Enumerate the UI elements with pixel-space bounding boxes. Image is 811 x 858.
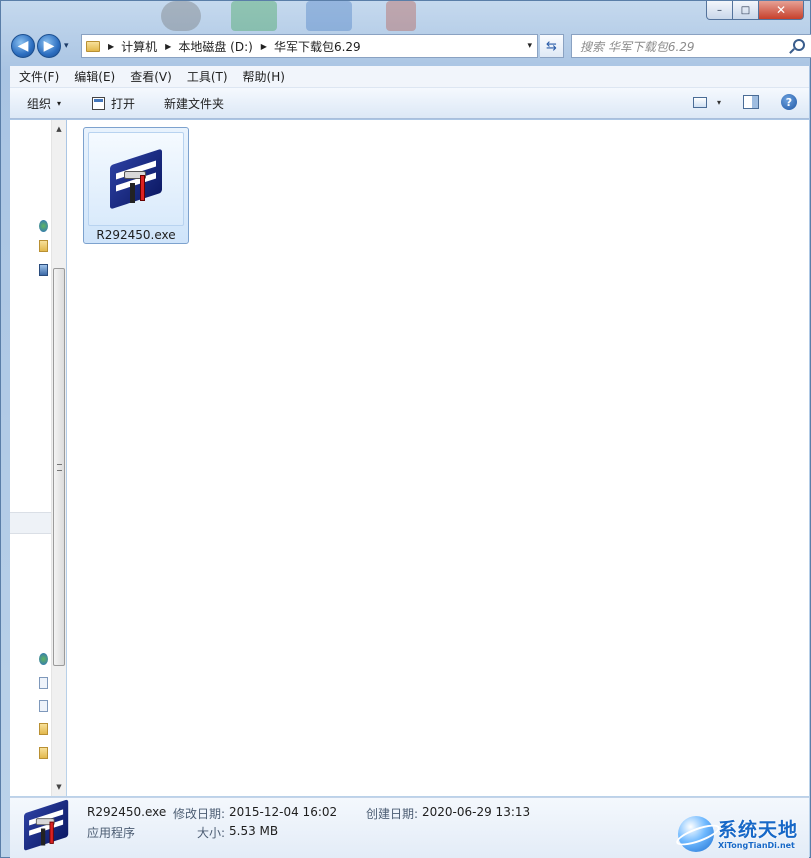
back-button[interactable]: ◀ xyxy=(11,34,35,58)
menu-tools[interactable]: 工具(T) xyxy=(187,68,228,85)
file-icon-area[interactable] xyxy=(88,132,184,226)
breadcrumb-label[interactable]: 本地磁盘 (D:) xyxy=(178,38,252,55)
explorer-window: – □ ✕ ◀ ▶ ▾ ▶ 计算机 ▶ 本地磁盘 (D:) ▶ 华军下载包6.2… xyxy=(0,0,811,858)
breadcrumb-item-folder[interactable]: ▶ 华军下载包6.29 xyxy=(259,38,367,55)
organize-label: 组织 xyxy=(27,96,52,111)
chevron-right-icon[interactable]: ▶ xyxy=(165,42,171,51)
new-folder-label: 新建文件夹 xyxy=(164,96,225,111)
breadcrumb-item-drive[interactable]: ▶ 本地磁盘 (D:) xyxy=(163,38,259,55)
chevron-right-icon[interactable]: ▶ xyxy=(261,42,267,51)
close-button[interactable]: ✕ xyxy=(759,1,804,20)
navigation-row: ◀ ▶ ▾ ▶ 计算机 ▶ 本地磁盘 (D:) ▶ 华军下载包6.29 ▾ ⇆ … xyxy=(11,32,811,60)
address-dropdown[interactable]: ▾ xyxy=(527,41,532,51)
nav-item-selected[interactable] xyxy=(10,512,51,534)
maximize-button[interactable]: □ xyxy=(733,1,759,20)
open-window-icon xyxy=(92,96,106,110)
size-label: 大小: xyxy=(197,826,226,840)
documents-icon[interactable] xyxy=(39,700,48,712)
minimize-button[interactable]: – xyxy=(706,1,733,20)
installer-app-icon xyxy=(24,799,69,851)
command-bar: 组织 ▾ 打开 新建文件夹 ▾ ? xyxy=(10,88,809,119)
grip-icon xyxy=(57,464,62,471)
forward-button[interactable]: ▶ xyxy=(37,34,61,58)
modified-value: 2015-12-04 16:02 xyxy=(229,805,338,819)
computer-icon[interactable] xyxy=(39,264,48,276)
caption-buttons: – □ ✕ xyxy=(706,1,804,20)
navigation-pane: ▲ ▼ xyxy=(10,120,66,796)
menu-bar: 文件(F) 编辑(E) 查看(V) 工具(T) 帮助(H) xyxy=(10,66,809,88)
modified-label: 修改日期: xyxy=(173,807,226,821)
menu-file[interactable]: 文件(F) xyxy=(19,68,59,85)
menu-view[interactable]: 查看(V) xyxy=(130,68,172,85)
details-file-name: R292450.exe xyxy=(87,805,167,819)
watermark-subtext: XiTongTianDi.net xyxy=(718,840,795,850)
search-input[interactable]: 搜索 华军下载包6.29 xyxy=(571,34,811,58)
new-folder-button[interactable]: 新建文件夹 xyxy=(164,95,224,112)
view-options-dropdown[interactable]: ▾ xyxy=(717,98,721,107)
open-label: 打开 xyxy=(111,96,136,111)
scroll-down-arrow-icon[interactable]: ▼ xyxy=(52,780,66,794)
search-placeholder: 搜索 华军下载包6.29 xyxy=(580,39,695,54)
folder-icon[interactable] xyxy=(39,240,48,252)
background-blob xyxy=(386,1,416,31)
details-file-type: 应用程序 xyxy=(87,826,136,840)
refresh-icon[interactable]: ⇆ xyxy=(540,34,564,58)
nav-pane-scrollbar[interactable]: ▲ ▼ xyxy=(51,120,66,796)
chevron-right-icon[interactable]: ▶ xyxy=(108,42,114,51)
size-value: 5.53 MB xyxy=(229,824,279,838)
view-controls: ▾ ? xyxy=(692,94,797,110)
breadcrumb-label[interactable]: 计算机 xyxy=(121,38,157,55)
breadcrumb-item-computer[interactable]: ▶ 计算机 xyxy=(106,38,163,55)
folder-icon xyxy=(86,40,100,52)
installer-app-icon xyxy=(110,148,162,210)
organize-button[interactable]: 组织 ▾ xyxy=(27,95,61,112)
help-icon[interactable]: ? xyxy=(781,94,797,110)
library-icon[interactable] xyxy=(39,677,48,689)
preview-pane-icon[interactable] xyxy=(743,95,759,109)
menu-help[interactable]: 帮助(H) xyxy=(243,68,285,85)
details-file-icon xyxy=(24,799,76,855)
created-label: 创建日期: xyxy=(366,807,419,821)
scroll-up-arrow-icon[interactable]: ▲ xyxy=(52,122,66,136)
watermark-text: 系统天地 xyxy=(718,818,799,841)
file-name[interactable]: R292450.exe xyxy=(84,228,188,242)
watermark: 系统天地 XiTongTianDi.net xyxy=(678,814,804,854)
background-blob xyxy=(306,1,352,31)
network-icon[interactable] xyxy=(39,653,48,665)
change-view-icon[interactable] xyxy=(692,96,707,108)
watermark-logo-icon xyxy=(678,816,714,852)
recent-pages-dropdown[interactable]: ▾ xyxy=(64,41,74,51)
favorites-icon[interactable] xyxy=(39,220,48,232)
folder-icon[interactable] xyxy=(39,747,48,759)
created-value: 2020-06-29 13:13 xyxy=(422,805,531,819)
background-blob xyxy=(231,1,277,31)
background-blob xyxy=(161,1,201,31)
file-item[interactable]: R292450.exe xyxy=(83,127,189,244)
address-bar[interactable]: ▶ 计算机 ▶ 本地磁盘 (D:) ▶ 华军下载包6.29 ▾ xyxy=(81,34,538,58)
chevron-down-icon: ▾ xyxy=(57,98,62,108)
search-icon[interactable] xyxy=(793,39,805,51)
folder-icon[interactable] xyxy=(39,723,48,735)
file-list[interactable]: R292450.exe xyxy=(67,120,809,796)
scrollbar-thumb[interactable] xyxy=(53,268,65,666)
menu-edit[interactable]: 编辑(E) xyxy=(74,68,115,85)
breadcrumb-label[interactable]: 华军下载包6.29 xyxy=(274,38,361,55)
open-button[interactable]: 打开 xyxy=(92,95,135,112)
